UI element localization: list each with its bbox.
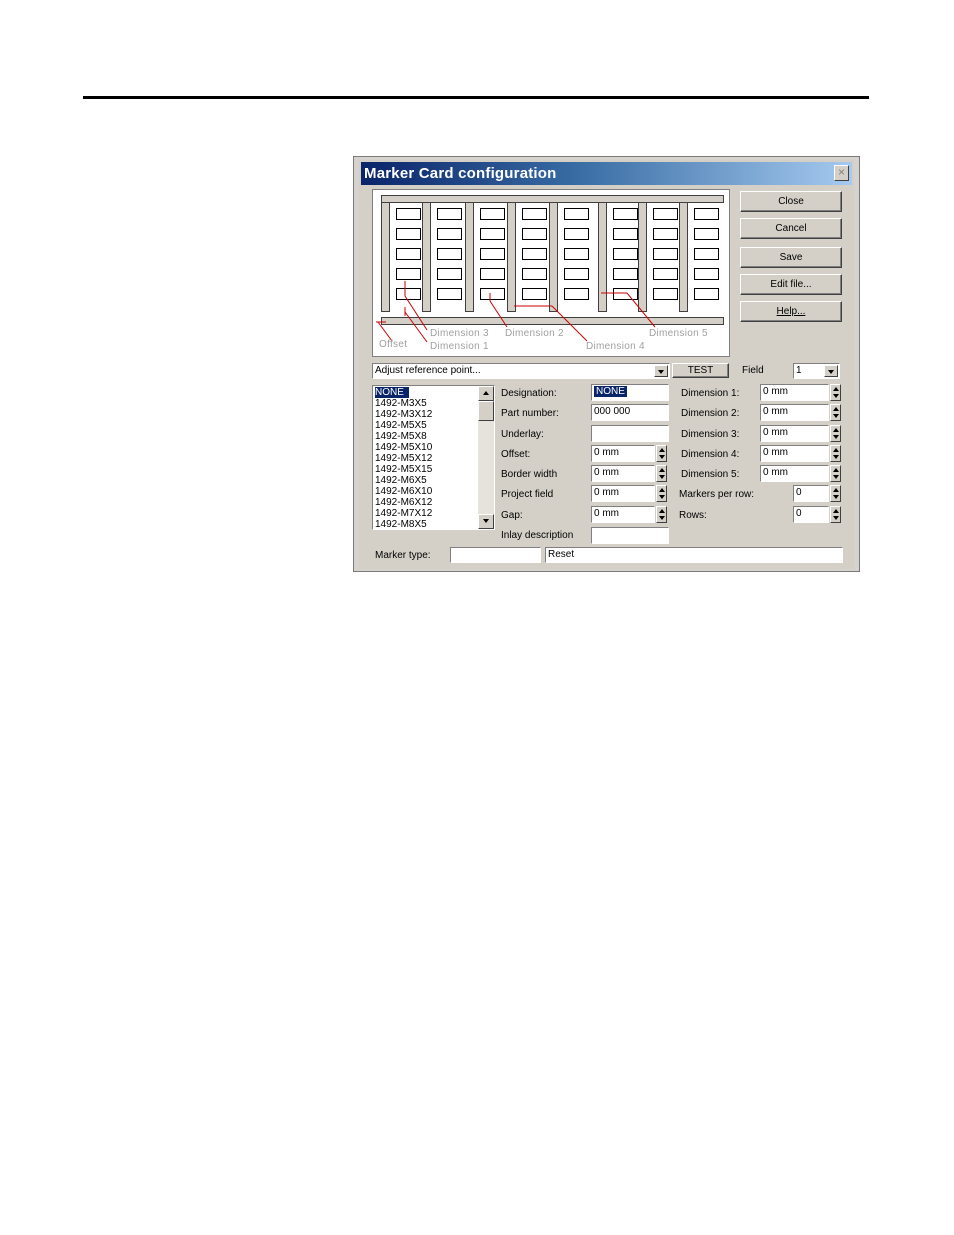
dimension-5-spinner-icon[interactable] bbox=[830, 465, 841, 482]
dimension-1-field[interactable]: 0 mm bbox=[760, 384, 829, 401]
project-field-field[interactable]: 0 mm bbox=[591, 485, 655, 502]
dimension-2-leader bbox=[489, 300, 508, 328]
marker-type-list[interactable]: NONE 1492-M3X5 1492-M3X12 1492-M5X5 1492-M5X… bbox=[372, 385, 495, 530]
inlay-description-label: Inlay description bbox=[501, 530, 574, 541]
list-item[interactable]: 1492-M7X12 bbox=[375, 508, 432, 519]
designation-field[interactable]: NONE bbox=[591, 384, 669, 401]
chevron-down-icon[interactable] bbox=[654, 365, 668, 377]
border-width-spinner-icon[interactable] bbox=[656, 465, 667, 482]
dimension-4-label: Dimension 4: bbox=[681, 449, 740, 460]
reference-point-value: Adjust reference point... bbox=[375, 365, 481, 376]
dimension-5-field[interactable]: 0 mm bbox=[760, 465, 829, 482]
offset-spinner-icon[interactable] bbox=[656, 445, 667, 462]
dimension-3-leader bbox=[404, 311, 428, 343]
field-label: Field bbox=[742, 365, 764, 376]
chevron-down-icon[interactable] bbox=[824, 365, 838, 377]
marker-card-preview: Offset Dimension 3 Dimension 1 Dimension… bbox=[372, 189, 730, 357]
list-item[interactable]: 1492-M5X15 bbox=[375, 464, 432, 475]
rows-spinner-icon[interactable] bbox=[830, 506, 841, 523]
cancel-button[interactable]: Cancel bbox=[740, 218, 842, 239]
dimension-1-spinner-icon[interactable] bbox=[830, 384, 841, 401]
list-item[interactable]: 1492-M3X12 bbox=[375, 409, 432, 420]
rows-label: Rows: bbox=[679, 510, 707, 521]
dimension-1-leader bbox=[404, 295, 428, 331]
list-item[interactable]: 1492-M6X12 bbox=[375, 497, 432, 508]
test-button[interactable]: TEST bbox=[672, 363, 729, 378]
help-button[interactable]: Help... bbox=[740, 301, 842, 322]
gap-field[interactable]: 0 mm bbox=[591, 506, 655, 523]
list-item[interactable]: 1492-M5X12 bbox=[375, 453, 432, 464]
dimension-3-label: Dimension 3 bbox=[430, 328, 489, 339]
list-item[interactable]: 1492-M8X5 bbox=[375, 519, 427, 529]
part-number-field[interactable]: 000 000 bbox=[591, 404, 669, 421]
dimension-2-label: Dimension 2 bbox=[505, 328, 564, 339]
markers-per-row-spinner-icon[interactable] bbox=[830, 485, 841, 502]
underlay-label: Underlay: bbox=[501, 429, 544, 440]
list-item[interactable]: 1492-M6X5 bbox=[375, 475, 427, 486]
offset-field[interactable]: 0 mm bbox=[591, 445, 655, 462]
marker-card-dialog: Marker Card configuration × Offset Dimen… bbox=[359, 160, 854, 569]
save-button[interactable]: Save bbox=[740, 247, 842, 268]
scroll-up-icon[interactable] bbox=[478, 386, 494, 401]
underlay-field[interactable] bbox=[591, 425, 669, 442]
dimension-4-spinner-icon[interactable] bbox=[830, 445, 841, 462]
page-top-rule bbox=[83, 96, 869, 99]
close-window-icon[interactable]: × bbox=[834, 165, 849, 181]
dimension-3-spinner-icon[interactable] bbox=[830, 425, 841, 442]
markers-per-row-field[interactable]: 0 bbox=[793, 485, 829, 502]
rows-field[interactable]: 0 bbox=[793, 506, 829, 523]
markers-per-row-label: Markers per row: bbox=[679, 489, 755, 500]
list-item[interactable]: 1492-M3X5 bbox=[375, 398, 427, 409]
list-item[interactable]: 1492-M6X10 bbox=[375, 486, 432, 497]
dimension-2-spinner-icon[interactable] bbox=[830, 404, 841, 421]
part-number-label: Part number: bbox=[501, 408, 559, 419]
dimension-2-field[interactable]: 0 mm bbox=[760, 404, 829, 421]
list-item[interactable]: NONE bbox=[375, 387, 409, 398]
scroll-down-icon[interactable] bbox=[478, 514, 494, 529]
dimension-5-leader bbox=[626, 292, 656, 328]
offset-label: Offset: bbox=[501, 449, 531, 460]
dimension-1-label: Dimension 1 bbox=[430, 341, 489, 352]
project-field-label: Project field bbox=[501, 489, 554, 500]
dimension-1-label: Dimension 1: bbox=[681, 388, 740, 399]
project-field-spinner-icon[interactable] bbox=[656, 485, 667, 502]
title-bar[interactable]: Marker Card configuration × bbox=[361, 162, 852, 185]
gap-label: Gap: bbox=[501, 510, 523, 521]
reference-point-dropdown[interactable]: Adjust reference point... bbox=[372, 363, 670, 379]
dimension-3-field[interactable]: 0 mm bbox=[760, 425, 829, 442]
dimension-2-label: Dimension 2: bbox=[681, 408, 740, 419]
marker-type-label: Marker type: bbox=[375, 550, 431, 561]
list-item[interactable]: 1492-M5X10 bbox=[375, 442, 432, 453]
dimension-3-label: Dimension 3: bbox=[681, 429, 740, 440]
dimension-5-label: Dimension 5: bbox=[681, 469, 740, 480]
inlay-description-field[interactable] bbox=[591, 527, 669, 544]
field-value: 1 bbox=[796, 365, 802, 376]
dimension-4-field[interactable]: 0 mm bbox=[760, 445, 829, 462]
edit-file-button[interactable]: Edit file... bbox=[740, 274, 842, 295]
designation-label: Designation: bbox=[501, 388, 557, 399]
field-dropdown[interactable]: 1 bbox=[793, 363, 840, 379]
offset-label: Offset bbox=[379, 339, 408, 350]
scroll-thumb[interactable] bbox=[478, 401, 494, 421]
border-width-field[interactable]: 0 mm bbox=[591, 465, 655, 482]
gap-spinner-icon[interactable] bbox=[656, 506, 667, 523]
dimension-4-label: Dimension 4 bbox=[586, 341, 645, 352]
list-scrollbar[interactable] bbox=[478, 386, 494, 529]
dimension-5-label: Dimension 5 bbox=[649, 328, 708, 339]
marker-type-field[interactable] bbox=[450, 547, 541, 563]
window-title: Marker Card configuration bbox=[364, 165, 557, 182]
close-button[interactable]: Close bbox=[740, 191, 842, 212]
border-width-label: Border width bbox=[501, 469, 558, 480]
list-item[interactable]: 1492-M5X5 bbox=[375, 420, 427, 431]
status-field: Reset bbox=[545, 547, 843, 563]
list-item[interactable]: 1492-M5X8 bbox=[375, 431, 427, 442]
